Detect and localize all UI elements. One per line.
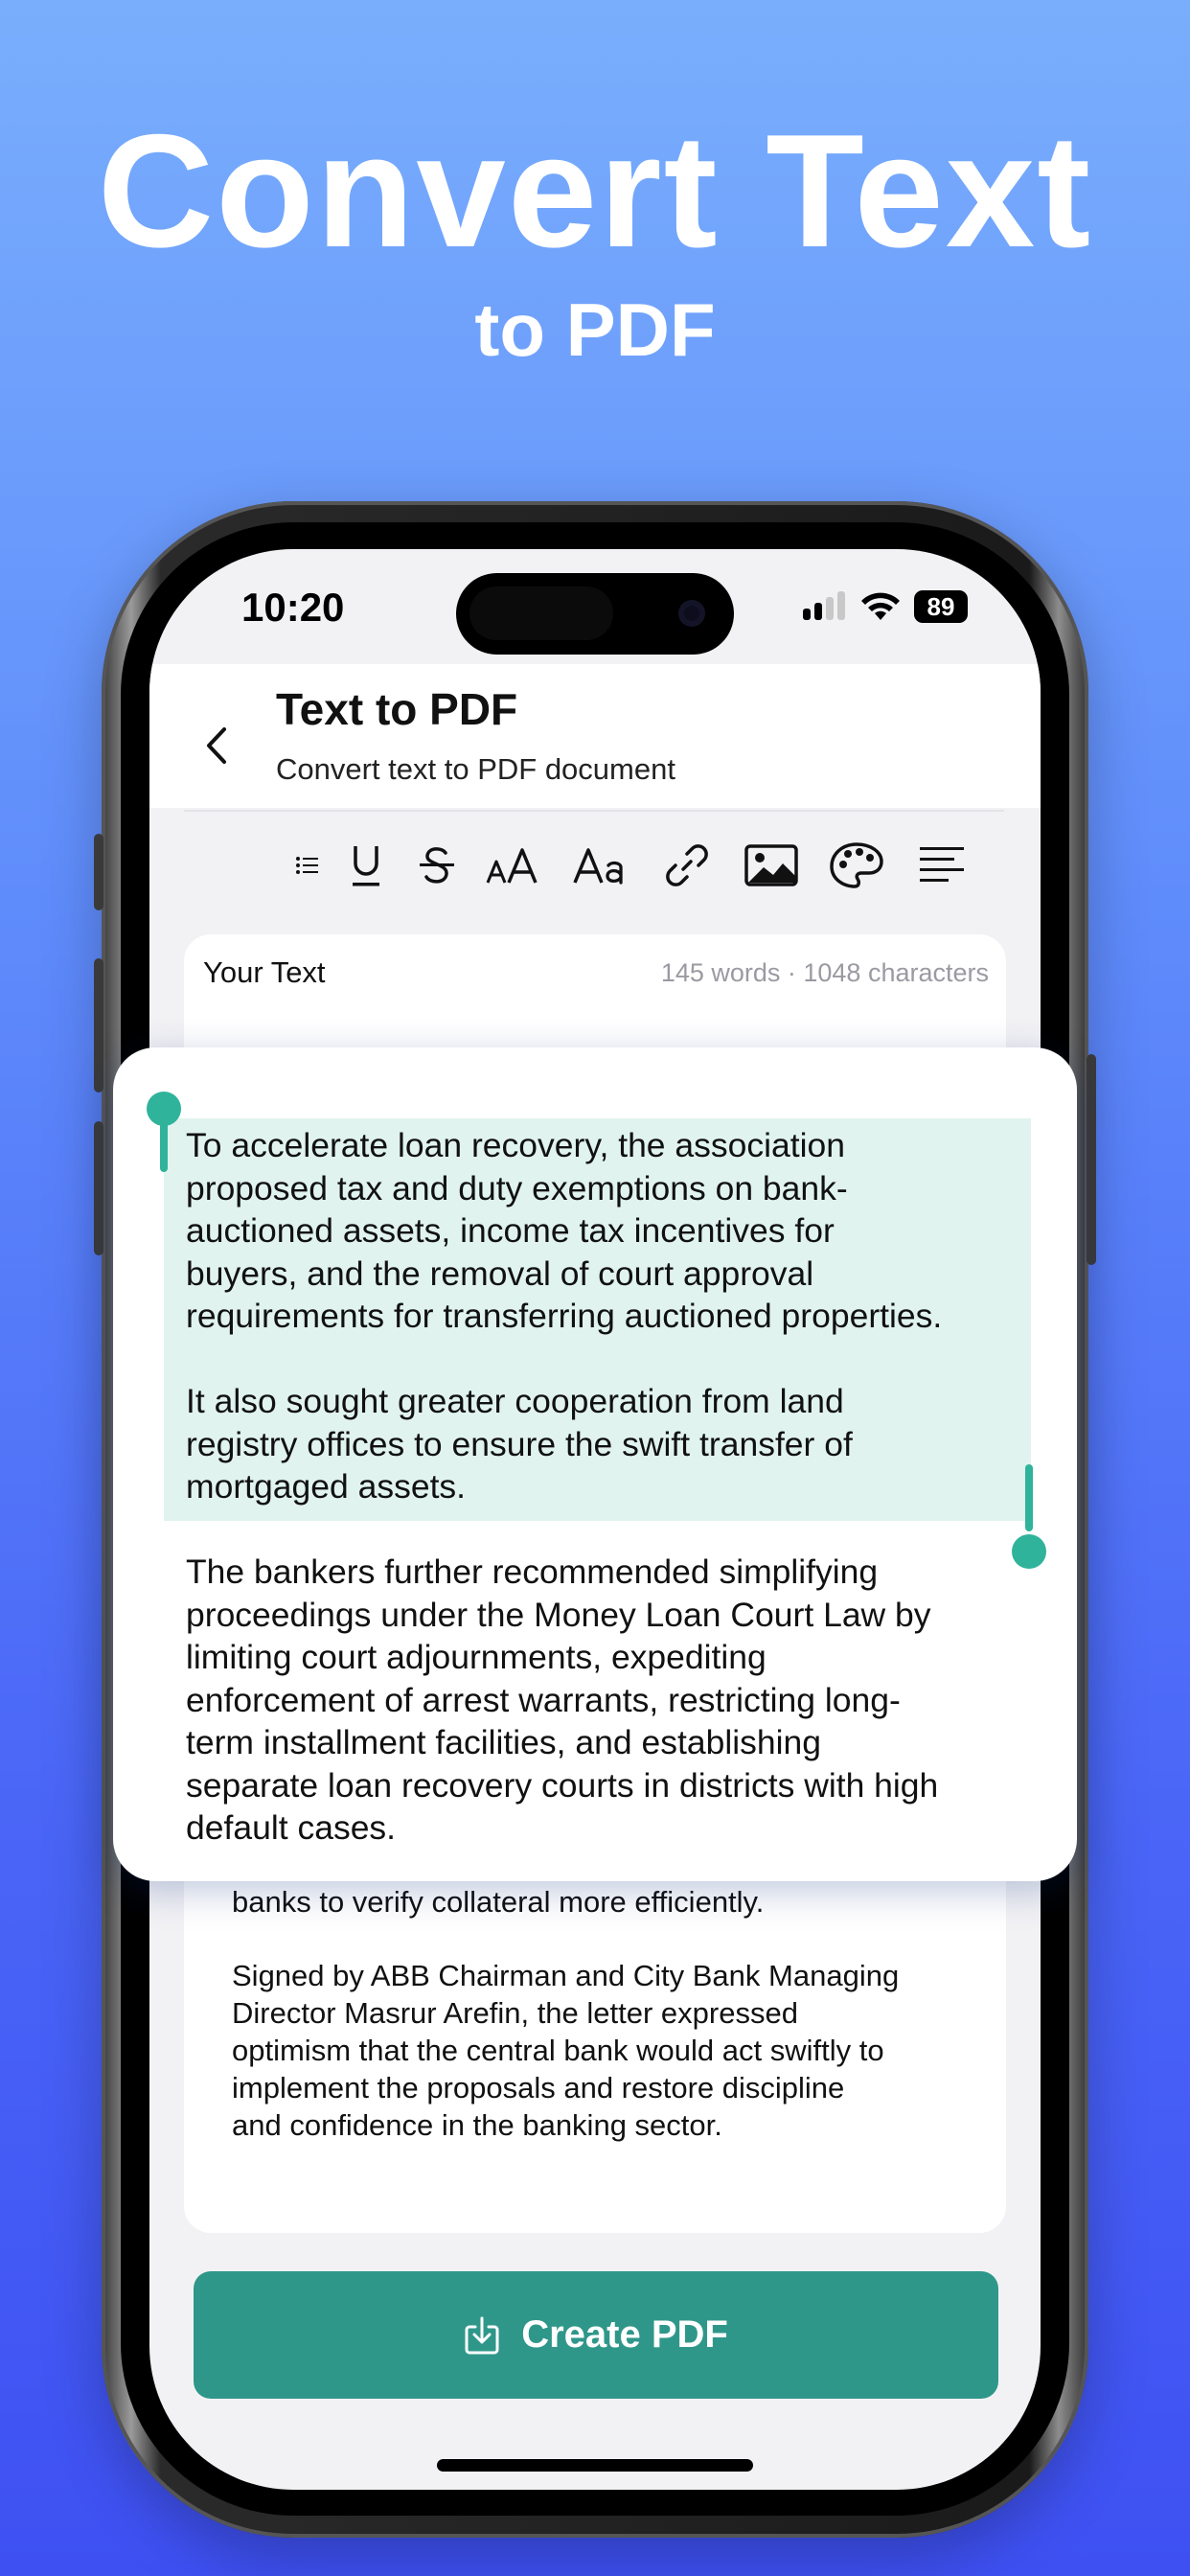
- word-count: 145 words · 1048 characters: [660, 958, 989, 987]
- formatting-toolbar: [149, 813, 1041, 918]
- promo-headline: Convert Text: [97, 101, 1093, 281]
- editor-paragraph: Signed by ABB Chairman and City Bank Man…: [232, 1959, 900, 2142]
- strikethrough-icon[interactable]: [400, 827, 473, 904]
- promo-subheadline: to PDF: [474, 288, 716, 372]
- status-time: 10:20: [241, 585, 345, 630]
- zoom-paragraph: To accelerate loan recovery, the associa…: [186, 1126, 943, 1335]
- action-button: [94, 834, 103, 910]
- align-icon[interactable]: [899, 827, 985, 904]
- status-indicators: 89: [801, 587, 968, 626]
- home-indicator: [437, 2459, 753, 2472]
- wifi-icon: [861, 592, 900, 620]
- editor-paragraph: banks to verify collateral more efficien…: [232, 1885, 765, 1919]
- power-button: [1087, 1054, 1096, 1265]
- underline-icon[interactable]: [332, 827, 400, 904]
- editor-label: Your Text: [203, 955, 326, 989]
- battery-icon: 89: [914, 590, 968, 623]
- selection-end-handle[interactable]: [1012, 1534, 1046, 1569]
- create-pdf-label: Create PDF: [521, 2313, 728, 2356]
- page-title: Text to PDF: [276, 684, 518, 734]
- image-icon[interactable]: [728, 827, 814, 904]
- font-icon[interactable]: [558, 827, 646, 904]
- download-icon: [465, 2316, 499, 2354]
- selection-end-bar: [1025, 1464, 1033, 1531]
- text-size-icon[interactable]: [473, 827, 558, 904]
- back-icon[interactable]: [197, 712, 236, 779]
- link-icon[interactable]: [646, 827, 728, 904]
- page-subtitle: Convert text to PDF document: [276, 752, 675, 786]
- selection-start-bar: [160, 1115, 168, 1172]
- zoom-paragraph: It also sought greater cooperation from …: [186, 1382, 853, 1506]
- header-divider: [184, 810, 1004, 812]
- dynamic-island: [456, 573, 734, 655]
- volume-up-button: [94, 958, 103, 1092]
- create-pdf-button[interactable]: Create PDF: [194, 2271, 998, 2399]
- list-icon[interactable]: [284, 827, 332, 904]
- zoomed-text-selection: To accelerate loan recovery, the associa…: [113, 1047, 1077, 1881]
- front-camera-icon: [678, 600, 705, 627]
- zoom-paragraph: The bankers further recommended simplify…: [186, 1552, 939, 1847]
- signal-icon: [803, 591, 845, 620]
- volume-down-button: [94, 1121, 103, 1255]
- palette-icon[interactable]: [814, 827, 899, 904]
